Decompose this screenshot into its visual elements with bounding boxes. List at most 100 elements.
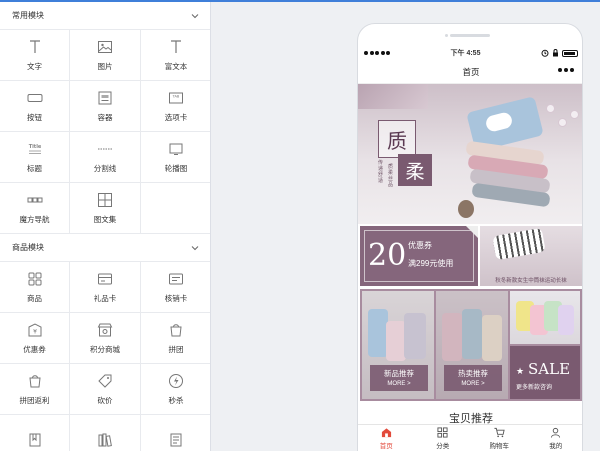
sock-image — [558, 305, 574, 335]
component-label: 拼团 — [168, 344, 184, 354]
component-book[interactable] — [0, 415, 70, 451]
tile-new-products[interactable]: 新品推荐 MORE > — [362, 291, 434, 399]
component-group-rebate[interactable]: 拼团返利 — [0, 364, 70, 415]
component-title[interactable]: Title 标题 — [0, 132, 70, 183]
component-label: 魔方导航 — [19, 214, 50, 224]
component-bargain[interactable]: 砍价 — [70, 364, 141, 415]
more-icon[interactable] — [558, 68, 574, 72]
component-button[interactable]: 按钮 — [0, 81, 70, 132]
promo-banner[interactable]: 秋冬新款女生中筒袜运动长袜 — [480, 226, 582, 286]
svg-text:TAB: TAB — [172, 94, 180, 98]
library-icon — [98, 433, 112, 447]
tab-cart[interactable]: 购物车 — [471, 425, 528, 451]
teddy-bear-image — [458, 200, 474, 218]
empty-cell — [141, 183, 210, 234]
tile-sale[interactable]: ★ SALE 更多新款咨询 — [510, 346, 580, 399]
battery-icon — [562, 49, 578, 57]
component-panel: 常用模块 文字 图片 富文本 按钮 容器 TAB 选项卡 Title 标题 分割… — [0, 2, 211, 451]
component-coupon[interactable]: ¥ 优惠券 — [0, 313, 70, 364]
component-label: 积分商城 — [90, 344, 120, 354]
speaker-notch — [450, 34, 490, 37]
bargain-icon — [98, 374, 112, 388]
component-rich-text[interactable]: 富文本 — [141, 30, 210, 81]
promo-caption: 秋冬新款女生中筒袜运动长袜 — [495, 278, 567, 284]
banner-decoration — [358, 84, 428, 109]
tab-label: 我的 — [549, 443, 563, 450]
component-label: 拼团返利 — [19, 395, 50, 405]
component-tabs[interactable]: TAB 选项卡 — [141, 81, 210, 132]
redeem-card-icon — [169, 273, 183, 284]
component-label: 富文本 — [164, 61, 188, 71]
component-group-buy[interactable]: 拼团 — [141, 313, 210, 364]
camera-dot — [445, 34, 448, 37]
tab-me[interactable]: 我的 — [528, 425, 583, 451]
home-icon — [381, 428, 391, 438]
component-cube-nav[interactable]: 魔方导航 — [0, 183, 70, 234]
coupon-desc: 满299元使用 — [408, 259, 454, 268]
tile-more: MORE > — [387, 381, 411, 387]
component-grid-goods: 商品 礼品卡 核销卡 ¥ 优惠券 积分商城 拼团 拼团返利 砍价 秒杀 — [0, 262, 210, 451]
component-label: 砍价 — [97, 395, 113, 405]
section-title: 商品模块 — [12, 243, 44, 252]
tile-colorful-socks[interactable] — [510, 291, 580, 344]
document-icon — [170, 433, 182, 447]
section-header-common[interactable]: 常用模块 — [0, 2, 210, 30]
component-document[interactable] — [141, 415, 210, 451]
status-bar: 下午 4:55 — [358, 46, 582, 60]
rich-text-icon — [171, 39, 181, 53]
group-buy-icon — [170, 323, 182, 336]
section-header-goods[interactable]: 商品模块 — [0, 234, 210, 262]
component-gift-card[interactable]: 礼品卡 — [70, 262, 141, 313]
component-grid-common: 文字 图片 富文本 按钮 容器 TAB 选项卡 Title 标题 分割线 轮播图… — [0, 30, 210, 234]
sock-image — [404, 313, 426, 359]
product-icon — [28, 272, 41, 285]
component-redeem-card[interactable]: 核销卡 — [141, 262, 210, 313]
image-text-icon — [98, 192, 112, 207]
group-rebate-icon — [28, 374, 41, 387]
component-label: 礼品卡 — [93, 293, 117, 303]
component-image-text[interactable]: 图文集 — [70, 183, 141, 234]
component-product[interactable]: 商品 — [0, 262, 70, 313]
component-label: 按钮 — [27, 112, 42, 122]
points-mall-icon — [97, 323, 113, 336]
divider-icon — [98, 148, 112, 149]
banner-vertical-text: 质柔丝品 — [388, 164, 394, 188]
component-divider[interactable]: 分割线 — [70, 132, 141, 183]
tile-title: 新品推荐 — [384, 369, 414, 378]
coupon-card[interactable]: 20 优惠券 满299元使用 — [360, 226, 478, 286]
sock-image — [386, 321, 406, 361]
product-tiles: 新品推荐 MORE > 热卖推荐 MORE > ★ SALE 更多新款咨询 — [360, 289, 582, 401]
chevron-down-icon — [191, 245, 199, 250]
component-library[interactable] — [70, 415, 141, 451]
flower-decoration — [546, 104, 555, 113]
component-points-mall[interactable]: 积分商城 — [70, 313, 141, 364]
coupon-title: 优惠券 — [408, 241, 432, 250]
sock-image — [368, 309, 388, 357]
svg-text:Title: Title — [28, 144, 41, 150]
tab-home[interactable]: 首页 — [358, 425, 415, 451]
component-container[interactable]: 容器 — [70, 81, 141, 132]
banner-char-1: 质 — [378, 120, 416, 158]
component-carousel[interactable]: 轮播图 — [141, 132, 210, 183]
tile-label: 热卖推荐 MORE > — [444, 365, 502, 391]
coupon-amount: 20 — [368, 238, 407, 273]
component-label: 文字 — [27, 61, 42, 71]
tab-bar: 首页 分类 购物车 我的 — [358, 424, 583, 451]
tile-hot-sale[interactable]: 热卖推荐 MORE > — [436, 291, 508, 399]
sock-image — [482, 315, 502, 361]
tab-label: 首页 — [379, 443, 393, 450]
button-icon — [27, 93, 42, 102]
tab-category[interactable]: 分类 — [415, 425, 472, 451]
component-text[interactable]: 文字 — [0, 30, 70, 81]
star-icon: ★ — [516, 366, 525, 376]
hero-banner[interactable]: 质 柔 传递舒适 质柔丝品 — [358, 84, 582, 224]
component-image[interactable]: 图片 — [70, 30, 141, 81]
page-content: 质 柔 传递舒适 质柔丝品 20 优惠券 满299元使用 秋冬新款女生中筒袜运动… — [358, 84, 582, 424]
alarm-icon — [541, 49, 549, 57]
component-label: 图片 — [97, 61, 113, 71]
signal-icon — [364, 51, 390, 55]
banner-side-text: 传递舒适 — [378, 160, 384, 184]
title-icon: Title — [28, 144, 41, 154]
component-flash-sale[interactable]: 秒杀 — [141, 364, 210, 415]
sock-image — [462, 309, 482, 359]
